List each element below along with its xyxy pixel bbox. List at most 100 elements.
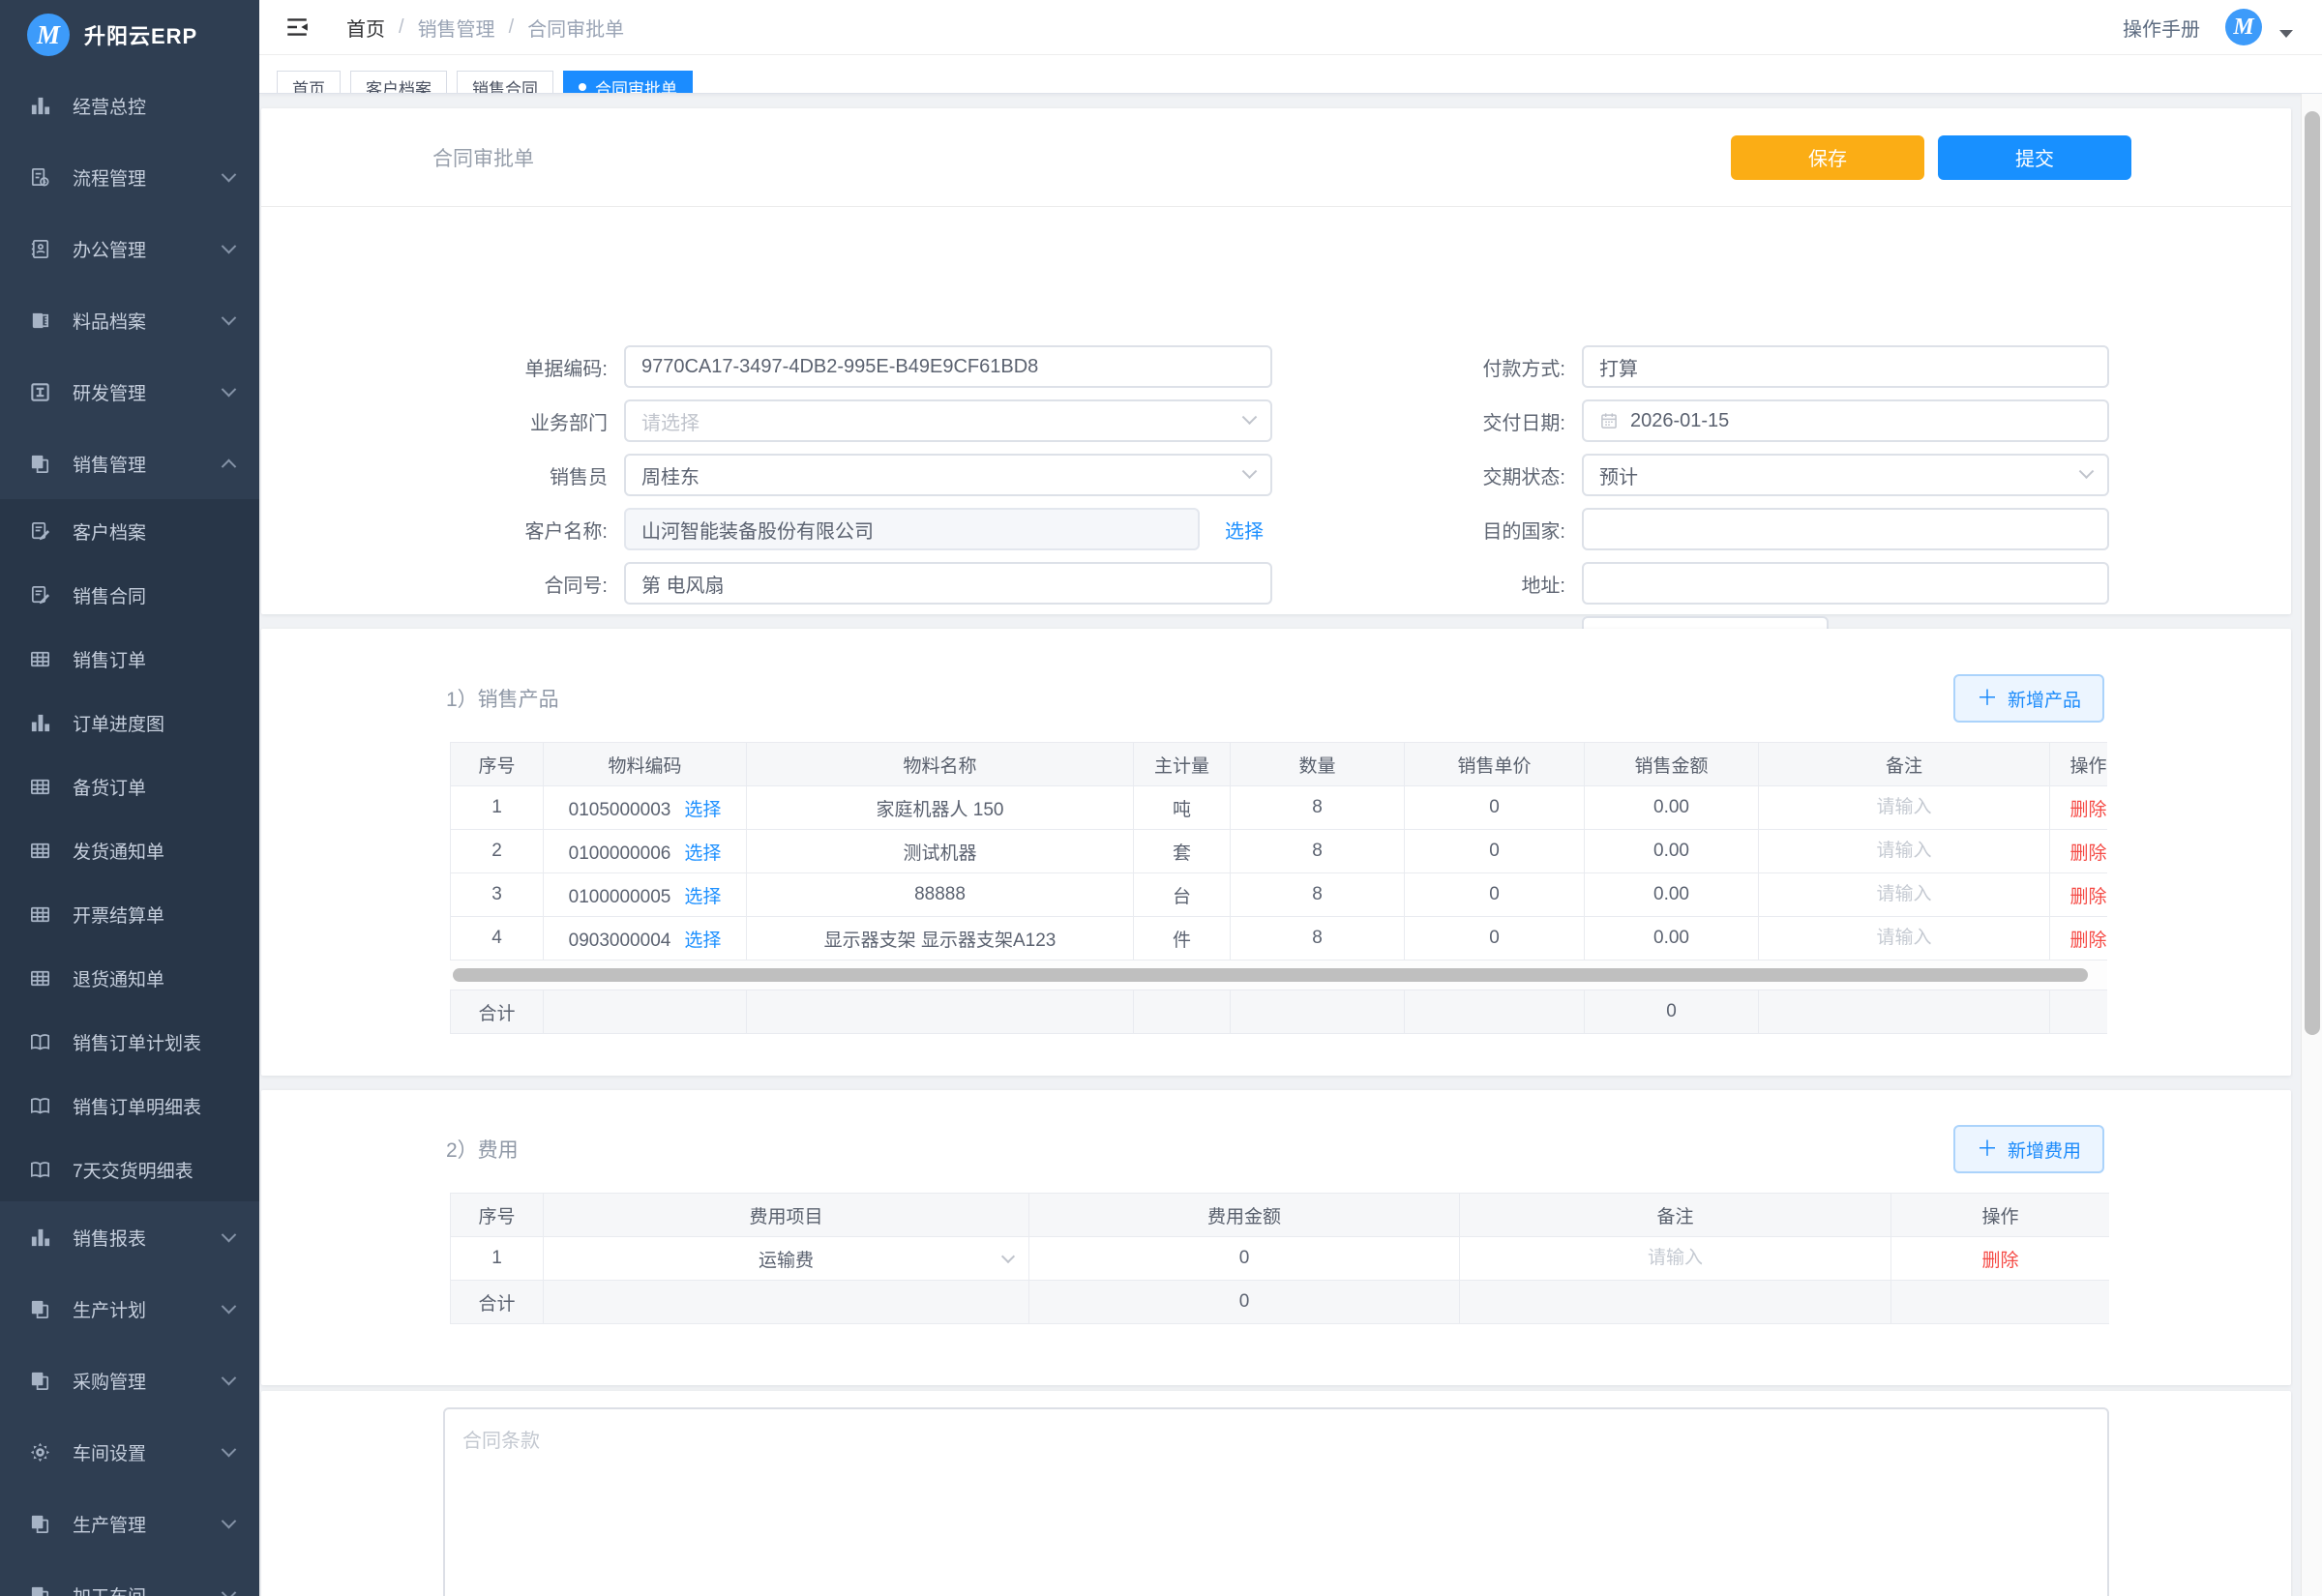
sidebar-item-sales-order[interactable]: 销售订单	[0, 627, 259, 691]
department-select[interactable]: 请选择	[624, 399, 1272, 442]
sidebar-item-workshop-settings[interactable]: 车间设置	[0, 1416, 259, 1488]
customer-pick-link[interactable]: 选择	[1225, 516, 1264, 544]
row-delete-link[interactable]: 删除	[2069, 800, 2106, 820]
chevron-down-icon	[222, 1584, 237, 1596]
form-actions: 保存 提交	[1731, 135, 2131, 180]
remark-input[interactable]	[1771, 884, 2038, 905]
form-body: 单据编码: 9770CA17-3497-4DB2-995E-B49E9CF61B…	[261, 207, 2291, 614]
row-select-link[interactable]: 选择	[684, 887, 721, 907]
horizontal-scrollbar[interactable]	[450, 961, 2107, 990]
table-grid-icon	[29, 648, 51, 670]
delivery-status-select[interactable]: 预计	[1582, 454, 2109, 496]
sidebar-item-sales-order-plan[interactable]: 销售订单计划表	[0, 1010, 259, 1074]
row-delete-link[interactable]: 删除	[1981, 1251, 2018, 1271]
doc-code-input[interactable]: 9770CA17-3497-4DB2-995E-B49E9CF61BD8	[624, 345, 1272, 388]
sidebar-item-sales-order-detail[interactable]: 销售订单明细表	[0, 1074, 259, 1138]
bar-chart-icon	[29, 95, 51, 117]
chevron-down-icon	[1242, 463, 1258, 479]
save-button[interactable]: 保存	[1731, 135, 1924, 180]
sidebar-item-sales-report[interactable]: 销售报表	[0, 1201, 259, 1273]
sidebar-item-materials-archive[interactable]: 料品档案	[0, 284, 259, 356]
sidebar-item-rnd-mgmt[interactable]: 研发管理	[0, 356, 259, 428]
sidebar-item-production-mgmt[interactable]: 生产管理	[0, 1488, 259, 1559]
user-menu-caret-icon[interactable]	[2279, 30, 2293, 38]
sidebar-item-office-mgmt[interactable]: 办公管理	[0, 213, 259, 284]
row-select-link[interactable]: 选择	[684, 800, 721, 820]
contract-terms-textarea[interactable]	[443, 1407, 2109, 1596]
avatar[interactable]: M	[2225, 9, 2262, 45]
chevron-down-icon	[222, 238, 237, 253]
submit-button[interactable]: 提交	[1938, 135, 2131, 180]
sidebar-item-purchase-mgmt[interactable]: 采购管理	[0, 1345, 259, 1416]
open-book-icon	[29, 1031, 51, 1053]
sidebar-item-stock-order[interactable]: 备货订单	[0, 754, 259, 818]
col-remark: 备注	[1759, 743, 2050, 786]
row-delete-link[interactable]: 删除	[2069, 843, 2106, 864]
delivery-date-picker[interactable]: 2026-01-15	[1582, 399, 2109, 442]
sidebar-item-shipping-notice[interactable]: 发货通知单	[0, 818, 259, 882]
form-header: 合同审批单 保存 提交	[261, 108, 2291, 207]
sidebar-fold-icon[interactable]	[284, 15, 310, 40]
tab-sales-contract[interactable]: 销售合同	[457, 71, 553, 94]
col-unit: 主计量	[1134, 743, 1231, 786]
address-input[interactable]	[1582, 562, 2109, 605]
table-grid-icon	[29, 776, 51, 798]
sidebar-item-processing-workshop[interactable]: 加工车间	[0, 1559, 259, 1596]
chevron-down-icon	[222, 310, 237, 325]
contract-no-input[interactable]: 第 电风扇	[624, 562, 1272, 605]
sidebar-item-return-notice[interactable]: 退货通知单	[0, 946, 259, 1010]
sidebar-item-process-mgmt[interactable]: 流程管理	[0, 141, 259, 213]
bar-chart-icon	[29, 1227, 51, 1249]
copy-doc-icon	[29, 453, 51, 475]
customer-label: 客户名称:	[329, 516, 624, 544]
sidebar-item-sales-mgmt[interactable]: 销售管理	[0, 428, 259, 499]
calendar-icon	[1599, 411, 1619, 430]
breadcrumb-section[interactable]: 销售管理	[418, 14, 495, 42]
id-card-icon	[29, 238, 51, 260]
payment-label: 付款方式:	[1354, 353, 1582, 381]
copy-doc-icon	[29, 1513, 51, 1535]
dest-country-input[interactable]	[1582, 508, 2109, 550]
sidebar-item-sales-contract[interactable]: 销售合同	[0, 563, 259, 627]
sidebar-item-business-overview[interactable]: 经营总控	[0, 70, 259, 141]
row-delete-link[interactable]: 删除	[2069, 931, 2106, 951]
salesman-select[interactable]: 周桂东	[624, 454, 1272, 496]
gear-icon	[29, 1441, 51, 1463]
remark-input[interactable]	[1771, 797, 2038, 818]
row-select-link[interactable]: 选择	[684, 843, 721, 864]
col-actions: 操作	[1891, 1194, 2110, 1237]
address-label: 地址:	[1354, 570, 1582, 598]
sidebar-item-customer-archive[interactable]: 客户档案	[0, 499, 259, 563]
sidebar-item-order-progress[interactable]: 订单进度图	[0, 691, 259, 754]
chevron-down-icon	[222, 381, 237, 397]
row-select-link[interactable]: 选择	[684, 931, 721, 951]
remark-input[interactable]	[1477, 1248, 1873, 1269]
row-delete-link[interactable]: 删除	[2069, 887, 2106, 907]
remark-input[interactable]	[1771, 841, 2038, 862]
payment-input[interactable]: 打算	[1582, 345, 2109, 388]
tab-contract-approval[interactable]: 合同审批单	[563, 71, 693, 94]
sidebar-item-invoice-settlement[interactable]: 开票结算单	[0, 882, 259, 946]
manual-link[interactable]: 操作手册	[2123, 14, 2200, 42]
remark-input[interactable]	[1771, 928, 2038, 949]
col-actions: 操作	[2050, 743, 2108, 786]
products-footer-table: 合计 0	[450, 990, 2107, 1034]
tab-customer-archive[interactable]: 客户档案	[350, 71, 447, 94]
breadcrumb-home[interactable]: 首页	[346, 14, 385, 42]
products-card: 1）销售产品 ＋新增产品 序号 物料编码 物料名称 主计量 数量 销售单价 销售…	[261, 629, 2291, 1076]
doc-edit-icon	[29, 584, 51, 606]
chevron-down-icon	[222, 1441, 237, 1457]
vertical-scrollbar[interactable]	[2301, 94, 2322, 1596]
horizontal-scrollbar-thumb[interactable]	[453, 968, 2088, 982]
add-fee-button[interactable]: ＋新增费用	[1953, 1125, 2104, 1173]
sidebar-item-production-plan[interactable]: 生产计划	[0, 1273, 259, 1345]
add-product-button[interactable]: ＋新增产品	[1953, 674, 2104, 723]
vertical-scrollbar-thumb[interactable]	[2305, 111, 2320, 1035]
fees-total-row: 合计 0	[451, 1281, 2110, 1324]
products-header: 1）销售产品 ＋新增产品	[261, 629, 2291, 723]
fee-item-select[interactable]: 运输费	[544, 1237, 1029, 1281]
tab-home[interactable]: 首页	[277, 71, 341, 94]
table-grid-icon	[29, 967, 51, 990]
sidebar-item-7day-delivery-detail[interactable]: 7天交货明细表	[0, 1138, 259, 1201]
active-tab-dot	[579, 83, 586, 91]
